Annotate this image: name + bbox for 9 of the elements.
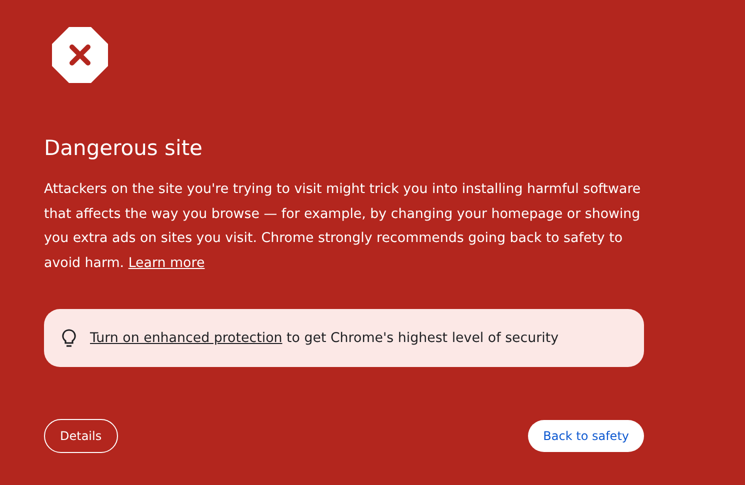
- back-to-safety-button[interactable]: Back to safety: [528, 420, 644, 452]
- enhanced-protection-link[interactable]: Turn on enhanced protection: [90, 330, 282, 346]
- tip-text: Turn on enhanced protection to get Chrome's highest level of security: [90, 330, 559, 346]
- details-button[interactable]: Details: [44, 419, 118, 453]
- learn-more-link[interactable]: Learn more: [128, 256, 205, 270]
- danger-icon: [52, 27, 108, 83]
- page-title: Dangerous site: [44, 135, 204, 162]
- warning-description: Attackers on the site you're trying to visit might trick you into installing harmful software that affects the way you browse — for example, by changing your homepage or showing you extra ads on sites you visit. Chrome strongly recommends going back to safety to avoid harm. Learn more: [44, 181, 642, 272]
- lightbulb-icon: [62, 328, 76, 348]
